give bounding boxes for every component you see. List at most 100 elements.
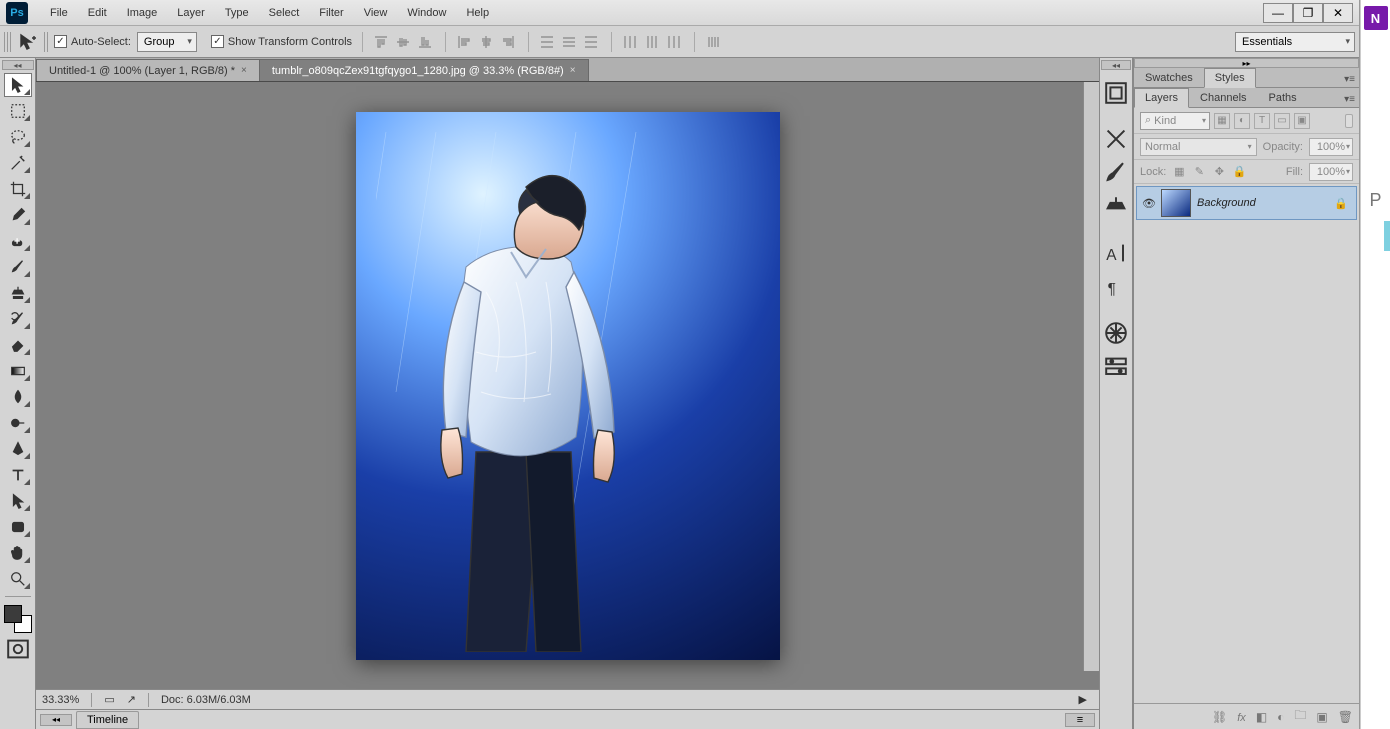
lock-all-icon[interactable]: 🔒 [1232,165,1246,179]
menu-type[interactable]: Type [215,3,259,23]
menu-window[interactable]: Window [397,3,456,23]
menu-layer[interactable]: Layer [167,3,215,23]
new-layer-icon[interactable]: ▣ [1316,710,1327,724]
filter-type-icon[interactable]: T [1254,113,1270,129]
path-selection-tool[interactable] [4,489,32,513]
dist-bottom-icon[interactable] [581,32,601,52]
gradient-tool[interactable] [4,359,32,383]
onenote-app-icon[interactable]: N [1364,6,1388,30]
layer-fx-icon[interactable]: fx [1237,710,1246,724]
tab-styles[interactable]: Styles [1204,68,1256,88]
eyedropper-tool[interactable] [4,203,32,227]
filter-adjust-icon[interactable]: ◐ [1234,113,1250,129]
window-minimize-button[interactable]: — [1263,3,1293,23]
layer-thumbnail[interactable] [1161,189,1191,217]
type-tool[interactable] [4,463,32,487]
delete-layer-icon[interactable]: 🗑 [1338,710,1353,724]
menu-file[interactable]: File [40,3,78,23]
filter-pixel-icon[interactable]: ▦ [1214,113,1230,129]
show-transform-checkbox[interactable]: Show Transform Controls [211,35,352,48]
options-grip[interactable] [4,32,12,52]
menu-filter[interactable]: Filter [309,3,353,23]
status-more-icon[interactable]: ▶ [1079,693,1093,706]
vertical-scrollbar[interactable] [1083,82,1099,671]
menu-help[interactable]: Help [456,3,499,23]
foreground-color-swatch[interactable] [4,605,22,623]
lasso-tool[interactable] [4,125,32,149]
document-tab-1[interactable]: tumblr_o809qcZex91tgfqygo1_1280.jpg @ 33… [259,59,589,81]
pen-tool[interactable] [4,437,32,461]
layer-group-icon[interactable]: 🗀 [1294,706,1306,727]
right-collapse-toggle[interactable]: ▸▸ [1134,58,1359,68]
paragraph-panel-icon[interactable]: ¶ [1102,274,1130,300]
history-brush-tool[interactable] [4,307,32,331]
dist-top-icon[interactable] [537,32,557,52]
hand-tool[interactable] [4,541,32,565]
filter-toggle-switch[interactable] [1345,114,1353,128]
layers-panel-menu[interactable]: ▾≡ [1340,92,1359,107]
align-left-icon[interactable] [454,32,474,52]
align-top-icon[interactable] [371,32,391,52]
lock-transparent-icon[interactable]: ▦ [1172,165,1186,179]
strip-collapse-toggle[interactable]: ◂◂ [1101,60,1131,70]
tab-channels[interactable]: Channels [1189,88,1257,107]
opacity-input[interactable]: 100% [1309,138,1353,156]
tab-paths[interactable]: Paths [1258,88,1308,107]
properties-panel-icon[interactable] [1102,354,1130,380]
blur-tool[interactable] [4,385,32,409]
workspace-dropdown[interactable]: Essentials [1235,32,1355,52]
layer-name[interactable]: Background [1197,197,1256,209]
align-right-icon[interactable] [498,32,518,52]
dodge-tool[interactable] [4,411,32,435]
timeline-collapse-toggle[interactable]: ◂◂ [40,714,72,726]
options-grip-2[interactable] [44,32,48,52]
status-preview-icon[interactable]: ▭ [104,693,114,706]
status-export-icon[interactable]: ↗ [127,693,136,706]
filter-shape-icon[interactable]: ▭ [1274,113,1290,129]
clone-source-icon[interactable] [1102,194,1130,220]
lock-position-icon[interactable]: ✥ [1212,165,1226,179]
window-close-button[interactable]: ✕ [1323,3,1353,23]
crop-tool[interactable] [4,177,32,201]
brush-settings-icon[interactable] [1102,126,1130,152]
link-layers-icon[interactable]: ⛓ [1212,710,1227,724]
history-panel-icon[interactable] [1102,80,1130,106]
layer-row[interactable]: 👁 Background 🔒 [1136,186,1357,220]
character-panel-icon[interactable]: A [1102,240,1130,266]
tools-collapse-toggle[interactable]: ◂◂ [2,60,34,70]
document-tab-0[interactable]: Untitled-1 @ 100% (Layer 1, RGB/8) * × [36,59,260,81]
close-icon[interactable]: × [570,65,576,76]
canvas-viewport[interactable] [36,82,1099,689]
align-bottom-icon[interactable] [415,32,435,52]
lock-image-icon[interactable]: ✎ [1192,165,1206,179]
align-vcenter-icon[interactable] [393,32,413,52]
layer-filter-kind-dropdown[interactable]: Kind [1140,112,1210,130]
marquee-tool[interactable] [4,99,32,123]
blend-mode-dropdown[interactable]: Normal [1140,138,1257,156]
menu-edit[interactable]: Edit [78,3,117,23]
healing-brush-tool[interactable] [4,229,32,253]
onenote-tab-color[interactable] [1384,221,1390,251]
auto-select-mode-dropdown[interactable]: Group [137,32,197,52]
timeline-tab[interactable]: Timeline [76,711,139,729]
swatches-panel-menu[interactable]: ▾≡ [1340,72,1359,87]
rectangle-tool[interactable] [4,515,32,539]
clone-stamp-tool[interactable] [4,281,32,305]
color-swatches[interactable] [4,605,32,633]
filter-smart-icon[interactable]: ▣ [1294,113,1310,129]
fill-input[interactable]: 100% [1309,163,1353,181]
window-restore-button[interactable]: ❐ [1293,3,1323,23]
dist-left-icon[interactable] [620,32,640,52]
dist-hcenter-icon[interactable] [642,32,662,52]
magic-wand-tool[interactable] [4,151,32,175]
layer-mask-icon[interactable]: ◧ [1256,710,1267,724]
layer-visibility-toggle[interactable]: 👁 [1137,197,1161,210]
adjustment-layer-icon[interactable]: ◐ [1277,710,1284,724]
3d-mode-icon[interactable] [703,32,723,52]
tab-swatches[interactable]: Swatches [1134,68,1204,87]
brush-tool[interactable] [4,255,32,279]
brush-presets-icon[interactable] [1102,160,1130,186]
menu-view[interactable]: View [354,3,398,23]
auto-select-checkbox[interactable]: Auto-Select: [54,35,131,48]
close-icon[interactable]: × [241,65,247,76]
